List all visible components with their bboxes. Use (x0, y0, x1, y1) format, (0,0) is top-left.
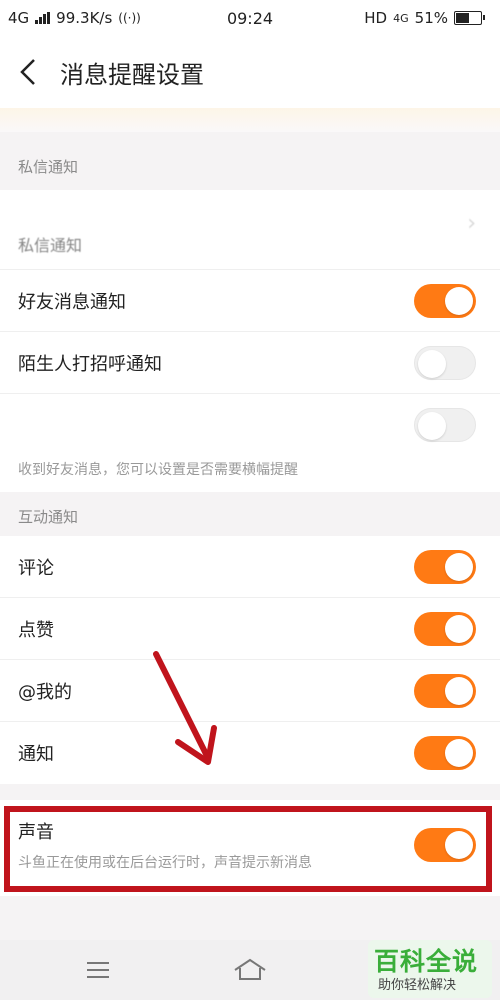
stranger-greeting-toggle[interactable] (414, 346, 476, 380)
menu-icon (87, 962, 109, 978)
friend-message-label: 好友消息通知 (18, 292, 126, 313)
comment-label: 评论 (18, 558, 54, 579)
network-type: 4G (8, 9, 30, 27)
battery-icon (454, 11, 485, 25)
notice-row: 通知 (0, 722, 500, 784)
notice-toggle[interactable] (414, 736, 476, 770)
comment-toggle[interactable] (414, 550, 476, 584)
notice-label: 通知 (18, 744, 54, 765)
hd-label: HD (364, 9, 388, 27)
home-button[interactable] (230, 950, 270, 990)
toggle-knob (445, 287, 473, 315)
battery-percent: 51% (414, 9, 448, 27)
mention-toggle[interactable] (414, 674, 476, 708)
section-header-private: 私信通知 (18, 158, 79, 176)
like-toggle[interactable] (414, 612, 476, 646)
toggle-knob (445, 739, 473, 767)
stranger-greeting-row: 陌生人打招呼通知 (0, 332, 500, 394)
comment-row: 评论 (0, 536, 500, 598)
hotspot-icon: ((·)) (118, 11, 141, 25)
chevron-right-icon: › (467, 210, 476, 236)
status-bar: 4G 99.3K/s ((·)) 09:24 HD 4G 51% (0, 0, 500, 36)
status-left: 4G 99.3K/s ((·)) (8, 9, 141, 27)
private-message-label: 私信通知 (18, 236, 83, 255)
mention-label: @我的 (18, 682, 72, 703)
like-label: 点赞 (18, 620, 54, 641)
toggle-knob (418, 350, 446, 378)
friend-message-toggle[interactable] (414, 284, 476, 318)
network-speed: 99.3K/s (56, 9, 113, 27)
banner-reminder-toggle[interactable] (414, 408, 476, 442)
header-shadow (0, 108, 500, 132)
back-button[interactable] (4, 48, 52, 96)
signal-icon (35, 12, 51, 24)
banner-hint-text: 收到好友消息，您可以设置是否需要横幅提醒 (0, 456, 500, 492)
watermark-logo: 百科全说 助你轻松解决 (368, 940, 492, 998)
chevron-left-icon (20, 59, 35, 85)
annotation-arrow (153, 651, 217, 765)
toggle-knob (445, 677, 473, 705)
hd-network: 4G (393, 11, 409, 25)
private-message-row[interactable]: 私信通知 › (0, 190, 500, 270)
page-title: 消息提醒设置 (60, 60, 204, 89)
app-header: 消息提醒设置 (0, 36, 500, 108)
toggle-knob (418, 412, 446, 440)
status-right: HD 4G 51% (364, 9, 485, 27)
menu-button[interactable] (78, 950, 118, 990)
like-row: 点赞 (0, 598, 500, 660)
banner-reminder-row (0, 394, 500, 456)
home-icon (234, 958, 266, 980)
watermark-title: 百科全说 (374, 947, 479, 976)
highlight-box (4, 806, 492, 892)
toggle-knob (445, 615, 473, 643)
section-header-interaction: 互动通知 (18, 508, 79, 526)
friend-message-row: 好友消息通知 (0, 270, 500, 332)
stranger-greeting-label: 陌生人打招呼通知 (18, 354, 162, 375)
mention-row: @我的 (0, 660, 500, 722)
toggle-knob (445, 553, 473, 581)
watermark-subtitle: 助你轻松解决 (378, 978, 457, 993)
